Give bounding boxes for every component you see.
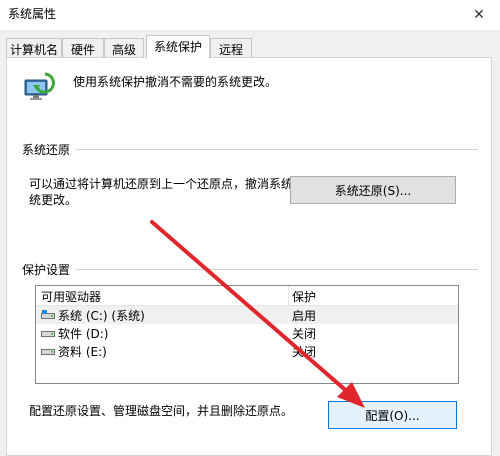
drives-list[interactable]: 可用驱动器 保护 系统 (C:) (系统) 启用 软件 (D:) 关闭 资料 (… <box>35 285 459 384</box>
restore-group-line <box>22 149 478 150</box>
configure-description: 配置还原设置、管理磁盘空间，并且删除还原点。 <box>29 404 294 418</box>
configure-button[interactable]: 配置(O)... <box>328 401 457 429</box>
tab-panel: 使用系统保护撤消不需要的系统更改。 系统还原 可以通过将计算机还原到上一个还原点… <box>6 57 492 456</box>
list-header: 可用驱动器 保护 <box>36 286 458 306</box>
drive-name: 资料 (E:) <box>58 345 107 359</box>
system-protection-icon <box>24 72 55 100</box>
intro-text: 使用系统保护撤消不需要的系统更改。 <box>73 75 278 89</box>
system-restore-button[interactable]: 系统还原(S)... <box>290 176 456 204</box>
protection-group-line <box>22 269 478 270</box>
drive-status: 关闭 <box>292 345 317 359</box>
list-item-drive-c[interactable]: 系统 (C:) (系统) 启用 <box>36 306 458 324</box>
tab-advanced[interactable]: 高级 <box>104 38 144 57</box>
protection-group-label: 保护设置 <box>22 261 77 278</box>
window-title: 系统属性 <box>8 7 57 21</box>
tab-computer-name[interactable]: 计算机名 <box>6 38 62 57</box>
restore-group-label: 系统还原 <box>22 141 77 158</box>
tab-system-protection[interactable]: 系统保护 <box>146 35 210 58</box>
column-header-drive[interactable]: 可用驱动器 <box>41 288 101 305</box>
list-item-drive-e[interactable]: 资料 (E:) 关闭 <box>36 342 458 360</box>
drive-icon <box>41 349 55 355</box>
list-item-drive-d[interactable]: 软件 (D:) 关闭 <box>36 324 458 342</box>
tab-remote[interactable]: 远程 <box>210 38 252 57</box>
drive-name: 软件 (D:) <box>58 327 109 341</box>
title-bar: 系统属性 ✕ <box>0 0 500 30</box>
close-icon[interactable]: ✕ <box>458 0 500 30</box>
column-divider[interactable] <box>288 286 289 305</box>
system-drive-icon <box>41 310 55 319</box>
drive-status: 启用 <box>292 309 317 323</box>
restore-description: 可以通过将计算机还原到上一个还原点，撤消系统 统更改。 <box>29 177 294 207</box>
tab-hardware[interactable]: 硬件 <box>62 38 104 57</box>
column-header-status[interactable]: 保护 <box>292 288 316 305</box>
drive-name: 系统 (C:) (系统) <box>58 309 145 323</box>
drive-status: 关闭 <box>292 327 317 341</box>
drive-icon <box>41 331 55 337</box>
